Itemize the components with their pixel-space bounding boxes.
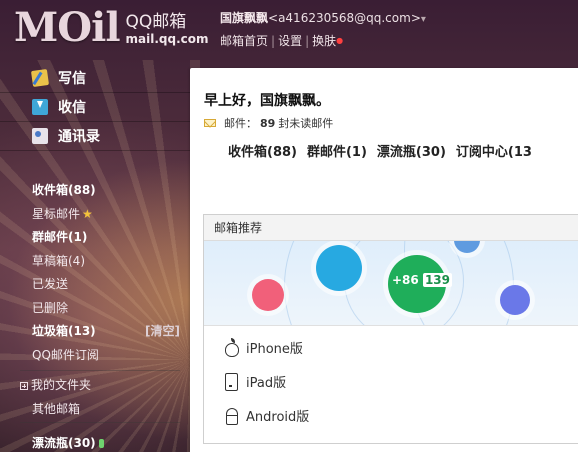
receive-label: 收信 [58,100,86,116]
expand-plus-icon[interactable] [20,381,28,390]
iphone-label: iPhone版 [246,341,303,357]
folder-drift-bottle[interactable]: 漂流瓶(30) [20,432,180,452]
attachment-clip-icon [500,285,530,315]
sidebar-divider [20,422,180,423]
app-promo-banner[interactable]: +86 139 [204,241,578,326]
contacts-button[interactable]: 通讯录 [0,122,190,151]
compose-button[interactable]: 写信 [0,64,190,93]
logo-domain: mail.qq.com [125,32,209,46]
phone-number: 139 [422,273,453,287]
bottle-icon [98,439,104,448]
folder-starred[interactable]: 星标邮件 ★ [32,203,184,227]
folder-spam[interactable]: 垃圾箱(13) [清空] [32,320,184,344]
folder-deleted[interactable]: 已删除 [32,297,184,321]
folder-spam-label: 垃圾箱(13) [32,324,96,338]
unread-suffix: 封未读邮件 [278,117,334,130]
greeting: 早上好，国旗飘飘。 [204,93,330,109]
android-link[interactable]: Android版 [224,398,309,432]
sidebar-nav: 写信 收信 通讯录 [0,64,190,151]
empty-spam-link[interactable]: [清空] [145,320,180,344]
quick-link-inbox[interactable]: 收件箱(88) [228,145,297,160]
drift-section: 漂流瓶(30) [20,432,180,452]
apple-icon [224,338,239,357]
star-icon: ★ [82,206,93,221]
user-info: 国旗飘飘<a416230568@qq.com>▾ 邮箱首页 | 设置 | 换肤● [220,10,426,49]
phone-number-tag: +86 139 [392,273,453,287]
drift-label: 漂流瓶(30) [32,436,96,450]
other-mailboxes[interactable]: 其他邮箱 [20,398,180,422]
write-icon [30,68,50,88]
account-line[interactable]: 国旗飘飘<a416230568@qq.com>▾ [220,10,426,28]
logo-mark: MOil [14,4,121,51]
folder-subscriptions[interactable]: QQ邮件订阅 [32,344,184,368]
user-email: <a416230568@qq.com> [268,11,421,25]
account-dropdown-icon[interactable]: ▾ [421,14,426,25]
quick-link-drift[interactable]: 漂流瓶(30) [377,145,446,160]
main-panel: 早上好，国旗飘飘。 邮件： 89 封未读邮件 收件箱(88) 群邮件(1) 漂流瓶(30… [190,68,578,452]
folder-starred-label: 星标邮件 [32,206,81,221]
custom-folders: 我的文件夹 其他邮箱 [20,374,180,421]
iphone-link[interactable]: iPhone版 [224,330,303,364]
folder-sent[interactable]: 已发送 [32,273,184,297]
ipad-label: iPad版 [246,375,287,391]
link-separator: | [305,34,310,48]
folder-drafts[interactable]: 草稿箱(4) [32,250,184,274]
new-dot-icon: ● [336,36,344,45]
logo-title: QQ邮箱 [125,12,187,32]
unread-count[interactable]: 89 [260,117,275,130]
user-nickname: 国旗飘飘 [220,11,269,25]
qq-mail-logo[interactable]: MOil QQ邮箱 mail.qq.com [14,6,209,50]
recommend-title: 邮箱推荐 [204,215,578,241]
envelope-icon [204,119,216,127]
header-links: 邮箱首页 | 设置 | 换肤● [220,33,426,49]
android-icon [224,406,238,425]
android-label: Android版 [246,409,310,425]
top-header: MOil QQ邮箱 mail.qq.com 国旗飘飘<a416230568@qq… [0,0,578,60]
quick-link-subscriptions[interactable]: 订阅中心(13 [456,145,532,160]
folder-group[interactable]: 群邮件(1) [32,226,184,250]
contacts-label: 通讯录 [58,129,100,145]
phone-prefix: +86 [392,273,419,287]
inbox-download-icon [32,99,48,115]
quick-folder-links: 收件箱(88) 群邮件(1) 漂流瓶(30) 订阅中心(13 [228,141,542,160]
unread-summary: 邮件： 89 封未读邮件 [204,115,333,131]
change-skin-link[interactable]: 换肤 [312,34,336,48]
my-folders-label: 我的文件夹 [31,378,92,392]
ipad-icon [224,372,238,391]
home-link[interactable]: 邮箱首页 [220,34,268,48]
compose-label: 写信 [58,71,86,87]
link-separator: | [271,34,276,48]
unread-prefix: 邮件： [224,117,257,130]
quill-icon [316,245,362,291]
receive-button[interactable]: 收信 [0,93,190,122]
calendar-icon [252,279,284,311]
contacts-icon [32,128,48,144]
folder-list: 收件箱(88) 星标邮件 ★ 群邮件(1) 草稿箱(4) 已发送 已删除 垃圾箱(… [32,179,184,367]
my-folders-toggle[interactable]: 我的文件夹 [20,374,180,398]
logo-text: QQ邮箱 mail.qq.com [126,12,209,46]
sidebar-divider [20,370,180,371]
recommend-box: 邮箱推荐 +86 139 iPhone版 iPad版 Android版 [203,214,578,444]
quick-link-group[interactable]: 群邮件(1) [307,145,367,160]
settings-link[interactable]: 设置 [278,34,302,48]
folder-inbox[interactable]: 收件箱(88) [32,179,184,203]
ipad-link[interactable]: iPad版 [224,364,286,398]
sidebar: 写信 收信 通讯录 收件箱(88) 星标邮件 ★ 群邮件(1) 草稿箱(4) 已发… [0,64,190,452]
